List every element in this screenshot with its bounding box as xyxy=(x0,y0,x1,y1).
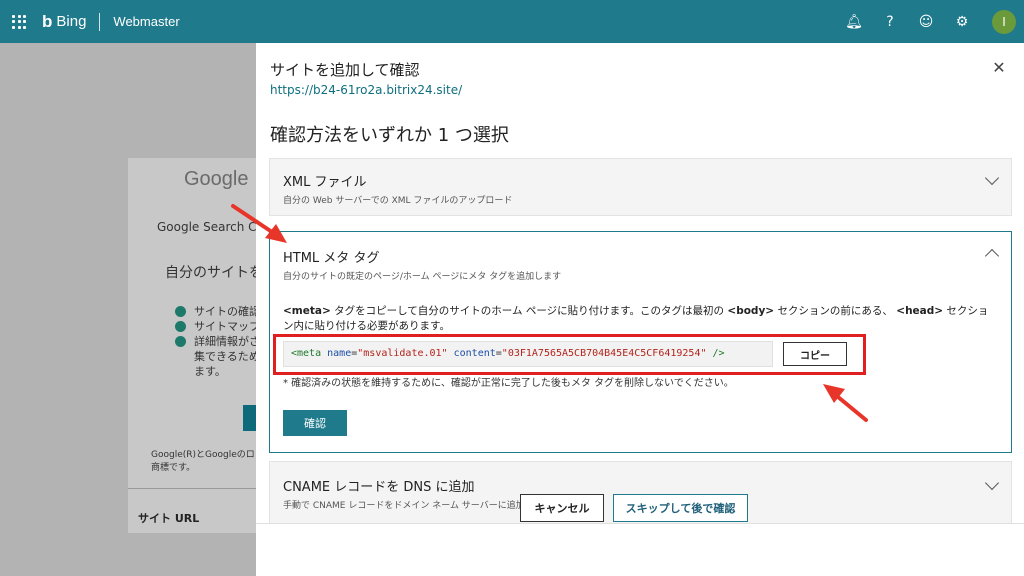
body-keyword: <body> xyxy=(727,305,775,317)
head-keyword: <head> xyxy=(896,305,944,317)
chevron-up-icon[interactable] xyxy=(984,248,1000,264)
brand-name: Bing xyxy=(56,13,87,30)
close-icon[interactable]: ✕ xyxy=(992,60,1006,76)
skip-verify-later-button[interactable]: スキップして後で確認 xyxy=(613,494,748,522)
google-search-console-label: Google Search Co xyxy=(157,220,264,234)
site-url-label: サイト URL xyxy=(138,512,200,525)
accordion-subtitle: 自分のサイトの既定のページ/ホーム ページにメタ タグを追加します xyxy=(283,272,562,282)
chevron-down-icon[interactable] xyxy=(984,475,1000,491)
accordion-title: XML ファイル xyxy=(283,175,367,190)
smiley-icon[interactable]: ☺ xyxy=(918,14,934,30)
panel-title: サイトを追加して確認 xyxy=(270,61,420,79)
accordion-subtitle: 手動で CNAME レコードをドメイン ネーム サーバーに追加 xyxy=(283,501,525,511)
app-launcher-icon[interactable] xyxy=(12,14,26,29)
background-list: サイトの確認 サイトマップ 詳細情報がさ 集できるため ます。 xyxy=(175,304,260,379)
brand-divider xyxy=(99,12,101,31)
section-heading: 確認方法をいずれか 1 つ選択 xyxy=(270,125,509,146)
footer-text: 商標です。 xyxy=(151,463,196,473)
list-item: 詳細情報がさ xyxy=(194,335,260,348)
site-url-link[interactable]: https://b24-61ro2a.bitrix24.site/ xyxy=(270,83,462,97)
panel-footer xyxy=(256,523,1024,576)
list-item: サイトの確認 xyxy=(194,305,260,318)
avatar[interactable]: I xyxy=(992,9,1016,34)
footer-text: Google(R)とGoogleのロゴ xyxy=(151,450,264,460)
check-icon xyxy=(175,321,186,332)
accordion-xml-file[interactable]: XML ファイル 自分の Web サーバーでの XML ファイルのアップロード xyxy=(269,158,1012,216)
gear-icon[interactable]: ⚙ xyxy=(954,14,970,30)
help-icon[interactable]: ? xyxy=(882,14,898,30)
meta-note: * 確認済みの状態を維持するために、確認が正常に完了した後もメタ タグを削除しな… xyxy=(283,378,734,389)
background-footer: Google(R)とGoogleのロゴ 商標です。 xyxy=(151,449,264,475)
app-name: Webmaster xyxy=(113,14,180,29)
accordion-subtitle: 自分の Web サーバーでの XML ファイルのアップロード xyxy=(283,196,513,206)
list-item: ます。 xyxy=(194,365,226,378)
list-item: 集できるため xyxy=(194,350,260,363)
highlight-box xyxy=(273,334,866,375)
top-bar: b Bing Webmaster 🔔︎ ? ☺ ⚙ I xyxy=(0,0,1024,43)
chevron-down-icon[interactable] xyxy=(984,170,1000,186)
instruction-text: セクションの前にある、 xyxy=(777,305,893,317)
accordion-title[interactable]: HTML メタ タグ xyxy=(283,247,379,266)
check-icon xyxy=(175,306,186,317)
meta-instructions: <meta> タグをコピーして自分のサイトのホーム ページに貼り付けます。このタ… xyxy=(283,304,998,334)
accordion-title: CNAME レコードを DNS に追加 xyxy=(283,480,475,495)
background-heading: 自分のサイトを xyxy=(165,265,263,281)
brand[interactable]: b Bing Webmaster xyxy=(42,12,180,32)
instruction-text: タグをコピーして自分のサイトのホーム ページに貼り付けます。このタグは最初の xyxy=(334,305,725,317)
background-button xyxy=(243,405,257,431)
bell-icon[interactable]: 🔔︎ xyxy=(845,14,863,30)
cancel-button[interactable]: キャンセル xyxy=(520,494,604,522)
check-icon xyxy=(175,336,186,347)
meta-keyword: <meta> xyxy=(283,305,331,317)
verify-button[interactable]: 確認 xyxy=(283,410,347,436)
divider xyxy=(128,488,256,489)
list-item: サイトマップ xyxy=(194,320,260,333)
google-logo: Google xyxy=(184,168,249,190)
bing-logo-icon: b xyxy=(42,11,53,31)
